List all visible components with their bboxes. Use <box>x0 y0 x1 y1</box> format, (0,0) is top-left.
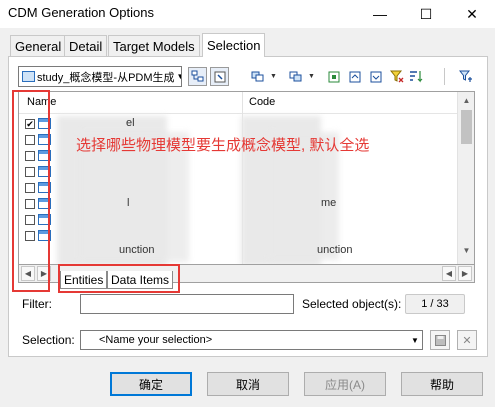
move-up-icon <box>349 71 360 82</box>
filter-label: Filter: <box>22 297 52 311</box>
annotation-box-subtabs <box>58 264 180 293</box>
funnel-icon <box>458 70 472 82</box>
selection-placeholder: <Name your selection> <box>99 334 213 346</box>
filter-button[interactable] <box>387 67 406 86</box>
cancel-button[interactable]: 取消 <box>207 372 289 396</box>
help-button[interactable]: 帮助 <box>401 372 483 396</box>
grid-header: Name Code <box>19 92 457 114</box>
chevron-down-icon: ▼ <box>175 72 181 81</box>
selected-objects-label: Selected object(s): <box>302 297 402 311</box>
submodels-icon <box>191 70 204 82</box>
chevron-down-icon: ▼ <box>411 335 419 345</box>
selection-combo[interactable]: <Name your selection> ▼ <box>80 330 423 350</box>
model-select[interactable]: study_概念模型-从PDM生成 ▼ <box>18 66 182 87</box>
maximize-button[interactable]: ☐ <box>403 0 449 28</box>
chevron-down-icon: ▼ <box>270 73 277 80</box>
sort-icon <box>409 71 422 83</box>
tab-general[interactable]: General <box>10 35 67 57</box>
save-selection-button[interactable] <box>430 330 450 350</box>
scroll-up-icon[interactable]: ▲ <box>458 92 474 108</box>
chevron-down-icon: ▼ <box>308 73 315 80</box>
row-code-fragment: me <box>321 197 337 209</box>
model-select-value: study_概念模型-从PDM生成 <box>37 71 175 84</box>
select-icon <box>214 71 225 82</box>
toolbar-separator <box>444 68 445 85</box>
model-icon <box>22 71 35 82</box>
row-name-fragment: el <box>126 117 135 129</box>
selected-objects-count: 1 / 33 <box>405 294 465 314</box>
close-button[interactable]: ✕ <box>449 0 495 28</box>
tab-selection[interactable]: Selection <box>202 33 266 57</box>
tab-target-models[interactable]: Target Models <box>108 35 200 57</box>
scroll-left-icon[interactable]: ◀ <box>442 266 456 281</box>
minimize-button[interactable]: — <box>357 0 403 28</box>
vertical-scrollbar[interactable]: ▲ ▼ <box>457 92 474 264</box>
window-title: CDM Generation Options <box>8 5 154 20</box>
apply-button[interactable]: 应用(A) <box>304 372 386 396</box>
object-list-grid[interactable]: Name Code ✔ el l me unction unction ▲ ▼ <box>18 91 475 265</box>
filter-input[interactable] <box>80 294 294 314</box>
ok-button[interactable]: 确定 <box>110 372 192 396</box>
annotation-text: 选择哪些物理模型要生成概念模型, 默认全选 <box>76 137 370 154</box>
move-down-icon <box>370 71 381 82</box>
annotation-box-checkboxes <box>12 90 50 292</box>
use-graphical-selection-button[interactable] <box>324 67 343 86</box>
sort-button[interactable] <box>406 67 425 86</box>
close-icon: ✕ <box>462 334 472 347</box>
row-code-fragment: unction <box>317 244 353 256</box>
scroll-right-icon[interactable]: ▶ <box>458 266 472 281</box>
filter-settings-button[interactable] <box>456 67 475 86</box>
deselect-all-dropdown[interactable]: ▼ <box>302 67 321 86</box>
tab-detail[interactable]: Detail <box>64 35 108 57</box>
select-all-dropdown[interactable]: ▼ <box>264 67 283 86</box>
move-down-button[interactable] <box>366 67 385 86</box>
show-selected-button[interactable] <box>210 67 229 86</box>
deselect-all-icon <box>289 71 301 81</box>
selection-label: Selection: <box>22 333 75 347</box>
move-up-button[interactable] <box>345 67 364 86</box>
scrollbar-thumb[interactable] <box>461 110 472 144</box>
delete-selection-button[interactable]: ✕ <box>457 330 477 350</box>
row-name-fragment: l <box>127 197 130 209</box>
row-name-fragment: unction <box>119 244 155 256</box>
include-submodels-button[interactable] <box>188 67 207 86</box>
funnel-icon <box>389 70 403 83</box>
scroll-down-icon[interactable]: ▼ <box>458 242 474 258</box>
graphical-selection-icon <box>328 71 339 82</box>
select-all-icon <box>251 71 263 81</box>
title-bar: CDM Generation Options — ☐ ✕ <box>0 0 495 28</box>
save-icon <box>434 334 446 346</box>
column-header-code[interactable]: Code <box>249 96 275 108</box>
